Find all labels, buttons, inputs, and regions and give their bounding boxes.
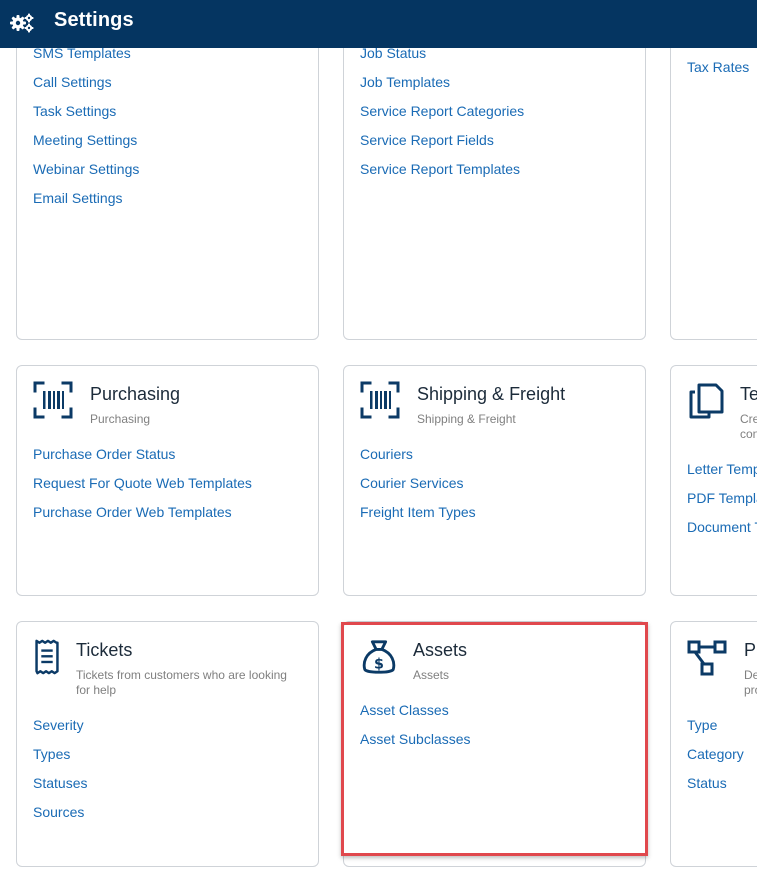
copy-icon — [689, 383, 724, 419]
svg-text:$: $ — [374, 656, 384, 672]
templates-links: Letter Temp PDF Templa Document T — [687, 461, 757, 548]
templates-title: Te — [740, 384, 757, 404]
link-types[interactable]: Types — [33, 746, 87, 775]
link-asset-subclasses[interactable]: Asset Subclasses — [360, 731, 471, 760]
purchasing-title: Purchasing — [90, 384, 181, 404]
link-tax-rates[interactable]: Tax Rates — [687, 59, 749, 88]
link-meeting-settings[interactable]: Meeting Settings — [33, 132, 139, 161]
purchasing-links: Purchase Order Status Request For Quote … — [33, 446, 252, 533]
link-purchase-order-web-templates[interactable]: Purchase Order Web Templates — [33, 504, 252, 533]
money-bag-icon: $ — [362, 640, 396, 674]
purchasing-card: Purchasing Purchasing Purchase Order Sta… — [16, 365, 319, 596]
assets-links: Asset Classes Asset Subclasses — [360, 702, 471, 760]
link-pdf-templates[interactable]: PDF Templa — [687, 490, 757, 519]
tickets-subtitle: Tickets from customers who are looking f… — [76, 668, 287, 697]
link-job-status[interactable]: Job Status — [360, 45, 524, 74]
link-courier-services[interactable]: Courier Services — [360, 475, 476, 504]
link-letter-templates[interactable]: Letter Temp — [687, 461, 757, 490]
general-settings-links: SMS Templates Call Settings Task Setting… — [33, 45, 139, 219]
link-sources[interactable]: Sources — [33, 804, 87, 833]
receipt-icon — [35, 639, 59, 675]
general-settings-card: SMS Templates Call Settings Task Setting… — [16, 20, 319, 340]
tax-settings-links: Tax Rates — [687, 59, 749, 88]
shipping-freight-title: Shipping & Freight — [417, 384, 566, 404]
link-task-settings[interactable]: Task Settings — [33, 103, 139, 132]
purchasing-subtitle: Purchasing — [90, 412, 151, 426]
page-title: Settings — [54, 9, 134, 31]
gears-icon — [10, 13, 34, 33]
process-subtitle-line-1: De — [744, 668, 757, 682]
link-couriers[interactable]: Couriers — [360, 446, 476, 475]
templates-subtitle-line-2: con — [740, 427, 757, 441]
templates-card: Te Cre con Letter Temp PDF Templa Docume… — [670, 365, 757, 596]
link-freight-item-types[interactable]: Freight Item Types — [360, 504, 476, 533]
link-call-settings[interactable]: Call Settings — [33, 74, 139, 103]
workflow-icon — [687, 640, 727, 676]
link-service-report-templates[interactable]: Service Report Templates — [360, 161, 524, 190]
link-status[interactable]: Status — [687, 775, 744, 804]
jobs-settings-card: Job Status Job Templates Service Report … — [343, 20, 646, 340]
top-bar: Settings — [0, 0, 757, 48]
link-statuses[interactable]: Statuses — [33, 775, 87, 804]
assets-card: $ Assets Assets Asset Classes Asset Subc… — [343, 621, 646, 867]
link-email-settings[interactable]: Email Settings — [33, 190, 139, 219]
link-request-for-quote-web-templates[interactable]: Request For Quote Web Templates — [33, 475, 252, 504]
link-purchase-order-status[interactable]: Purchase Order Status — [33, 446, 252, 475]
barcode-icon — [360, 381, 400, 419]
templates-subtitle-line-1: Cre — [740, 412, 757, 426]
link-type[interactable]: Type — [687, 717, 744, 746]
tickets-links: Severity Types Statuses Sources — [33, 717, 87, 833]
process-card: Pr De pro Type Category Status — [670, 621, 757, 867]
process-links: Type Category Status — [687, 717, 744, 804]
link-category[interactable]: Category — [687, 746, 744, 775]
link-service-report-fields[interactable]: Service Report Fields — [360, 132, 524, 161]
tickets-card: Tickets Tickets from customers who are l… — [16, 621, 319, 867]
shipping-freight-subtitle: Shipping & Freight — [417, 412, 516, 426]
link-sms-templates[interactable]: SMS Templates — [33, 45, 139, 74]
jobs-settings-links: Job Status Job Templates Service Report … — [360, 45, 524, 190]
shipping-freight-links: Couriers Courier Services Freight Item T… — [360, 446, 476, 533]
link-job-templates[interactable]: Job Templates — [360, 74, 524, 103]
link-document-templates[interactable]: Document T — [687, 519, 757, 548]
assets-subtitle: Assets — [413, 668, 450, 682]
tickets-title: Tickets — [76, 640, 133, 660]
link-asset-classes[interactable]: Asset Classes — [360, 702, 471, 731]
tax-settings-card: Tax Rates — [670, 20, 757, 340]
link-service-report-categories[interactable]: Service Report Categories — [360, 103, 524, 132]
barcode-icon — [33, 381, 73, 419]
process-subtitle-line-2: pro — [744, 683, 757, 697]
process-title: Pr — [744, 640, 757, 660]
shipping-freight-card: Shipping & Freight Shipping & Freight Co… — [343, 365, 646, 596]
assets-title: Assets — [413, 640, 468, 660]
link-severity[interactable]: Severity — [33, 717, 87, 746]
link-webinar-settings[interactable]: Webinar Settings — [33, 161, 139, 190]
